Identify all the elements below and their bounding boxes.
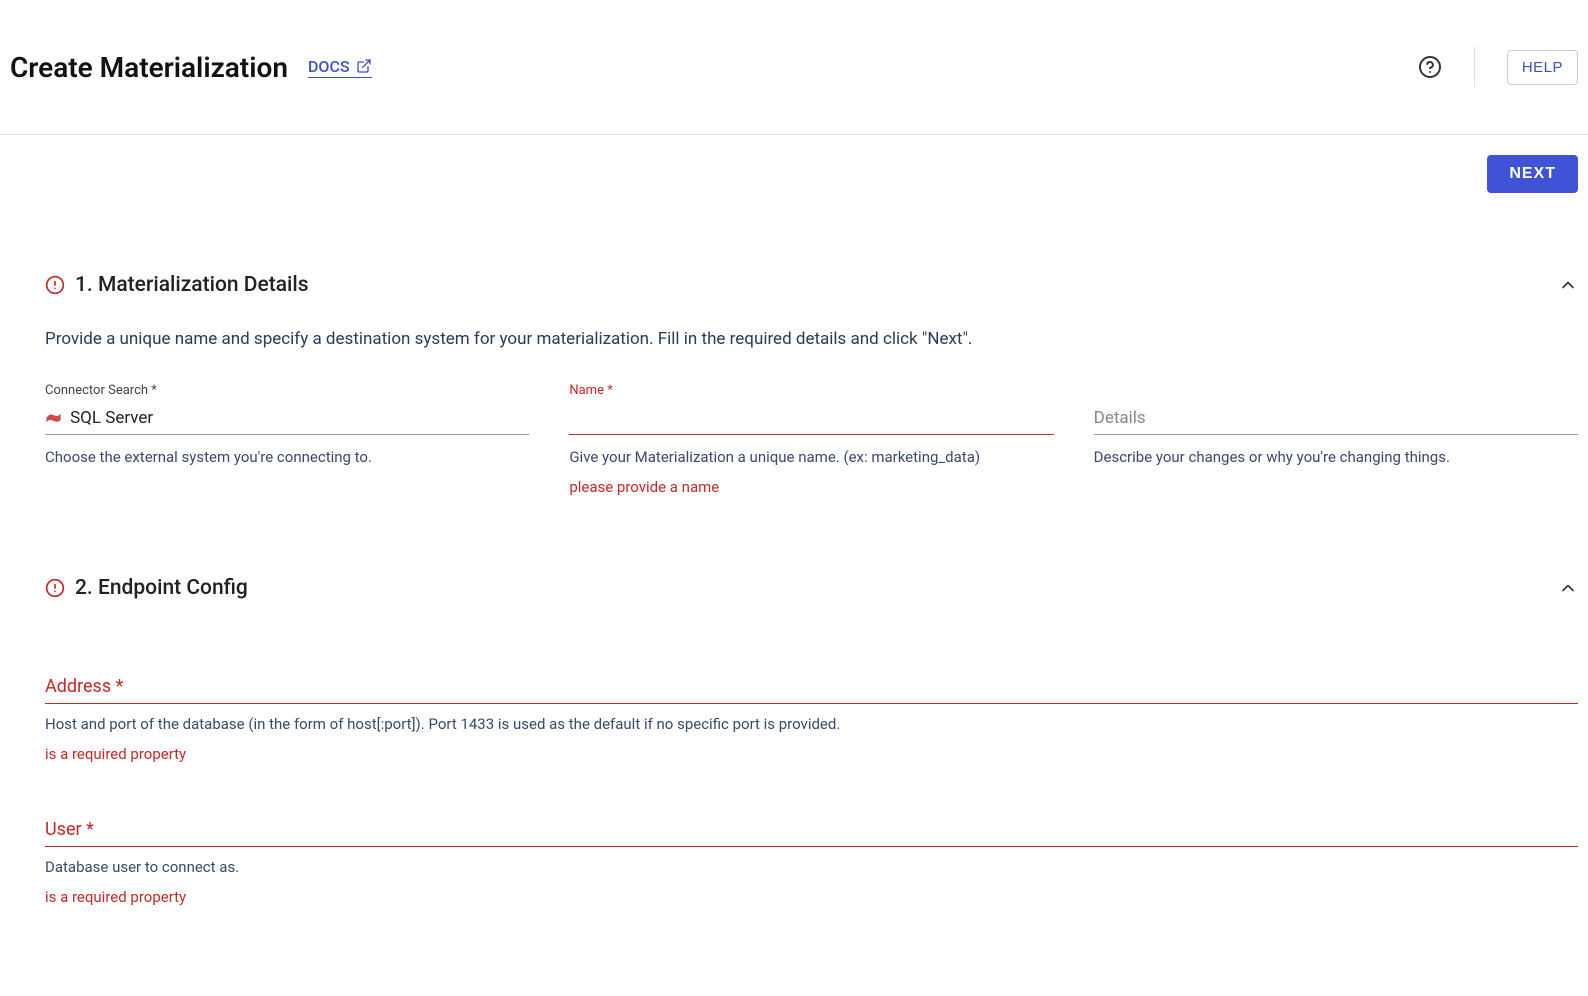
sqlserver-icon: [45, 411, 62, 425]
section-2-header-left: 2. Endpoint Config: [45, 576, 248, 600]
name-input-wrap[interactable]: [569, 404, 1053, 435]
page-title: Create Materialization: [10, 51, 288, 84]
next-button[interactable]: NEXT: [1487, 155, 1578, 193]
connector-input-wrap[interactable]: [45, 404, 529, 435]
connector-field: Connector Search * Choose the external s…: [45, 383, 529, 496]
connector-helper: Choose the external system you're connec…: [45, 447, 529, 468]
chevron-up-icon: [1558, 275, 1578, 295]
user-error: is a required property: [45, 888, 1578, 906]
section-2-title: 2. Endpoint Config: [75, 576, 248, 600]
name-error: please provide a name: [569, 478, 1053, 496]
alert-circle-icon: [45, 275, 65, 295]
name-field: Name * Give your Materialization a uniqu…: [569, 383, 1053, 496]
section-2-header[interactable]: 2. Endpoint Config: [45, 576, 1578, 600]
address-helper: Host and port of the database (in the fo…: [45, 714, 1578, 735]
section-1-title: 1. Materialization Details: [75, 273, 309, 297]
user-input[interactable]: [45, 813, 1578, 847]
user-field: Database user to connect as. is a requir…: [45, 813, 1578, 906]
chevron-up-icon: [1558, 578, 1578, 598]
docs-link[interactable]: DOCS: [308, 57, 372, 78]
address-field: Host and port of the database (in the fo…: [45, 670, 1578, 763]
details-input[interactable]: [1094, 408, 1578, 428]
question-circle-icon[interactable]: [1418, 55, 1442, 79]
name-helper: Give your Materialization a unique name.…: [569, 447, 1053, 468]
user-helper: Database user to connect as.: [45, 857, 1578, 878]
details-label-spacer: [1094, 383, 1578, 398]
header-right: HELP: [1418, 47, 1578, 87]
external-link-icon: [356, 58, 372, 74]
action-bar: NEXT: [45, 155, 1578, 193]
details-input-wrap[interactable]: [1094, 404, 1578, 435]
details-field: Describe your changes or why you're chan…: [1094, 383, 1578, 496]
header-left: Create Materialization DOCS: [10, 51, 372, 84]
page-header: Create Materialization DOCS HELP: [0, 0, 1588, 135]
alert-circle-icon: [45, 578, 65, 598]
section-1-header-left: 1. Materialization Details: [45, 273, 309, 297]
spacer: [45, 630, 1578, 670]
section-1-fields: Connector Search * Choose the external s…: [45, 383, 1578, 496]
name-label: Name *: [569, 383, 1053, 398]
address-input[interactable]: [45, 670, 1578, 704]
section-1-header[interactable]: 1. Materialization Details: [45, 273, 1578, 297]
name-input[interactable]: [569, 408, 1053, 428]
connector-search-input[interactable]: [70, 408, 529, 428]
docs-label: DOCS: [308, 57, 350, 76]
main-content: NEXT 1. Materialization Details Provide …: [0, 135, 1588, 996]
section-1-description: Provide a unique name and specify a dest…: [45, 327, 1578, 353]
help-button[interactable]: HELP: [1507, 50, 1578, 85]
details-helper: Describe your changes or why you're chan…: [1094, 447, 1578, 468]
address-error: is a required property: [45, 745, 1578, 763]
header-divider: [1474, 47, 1475, 87]
connector-label: Connector Search *: [45, 383, 529, 398]
